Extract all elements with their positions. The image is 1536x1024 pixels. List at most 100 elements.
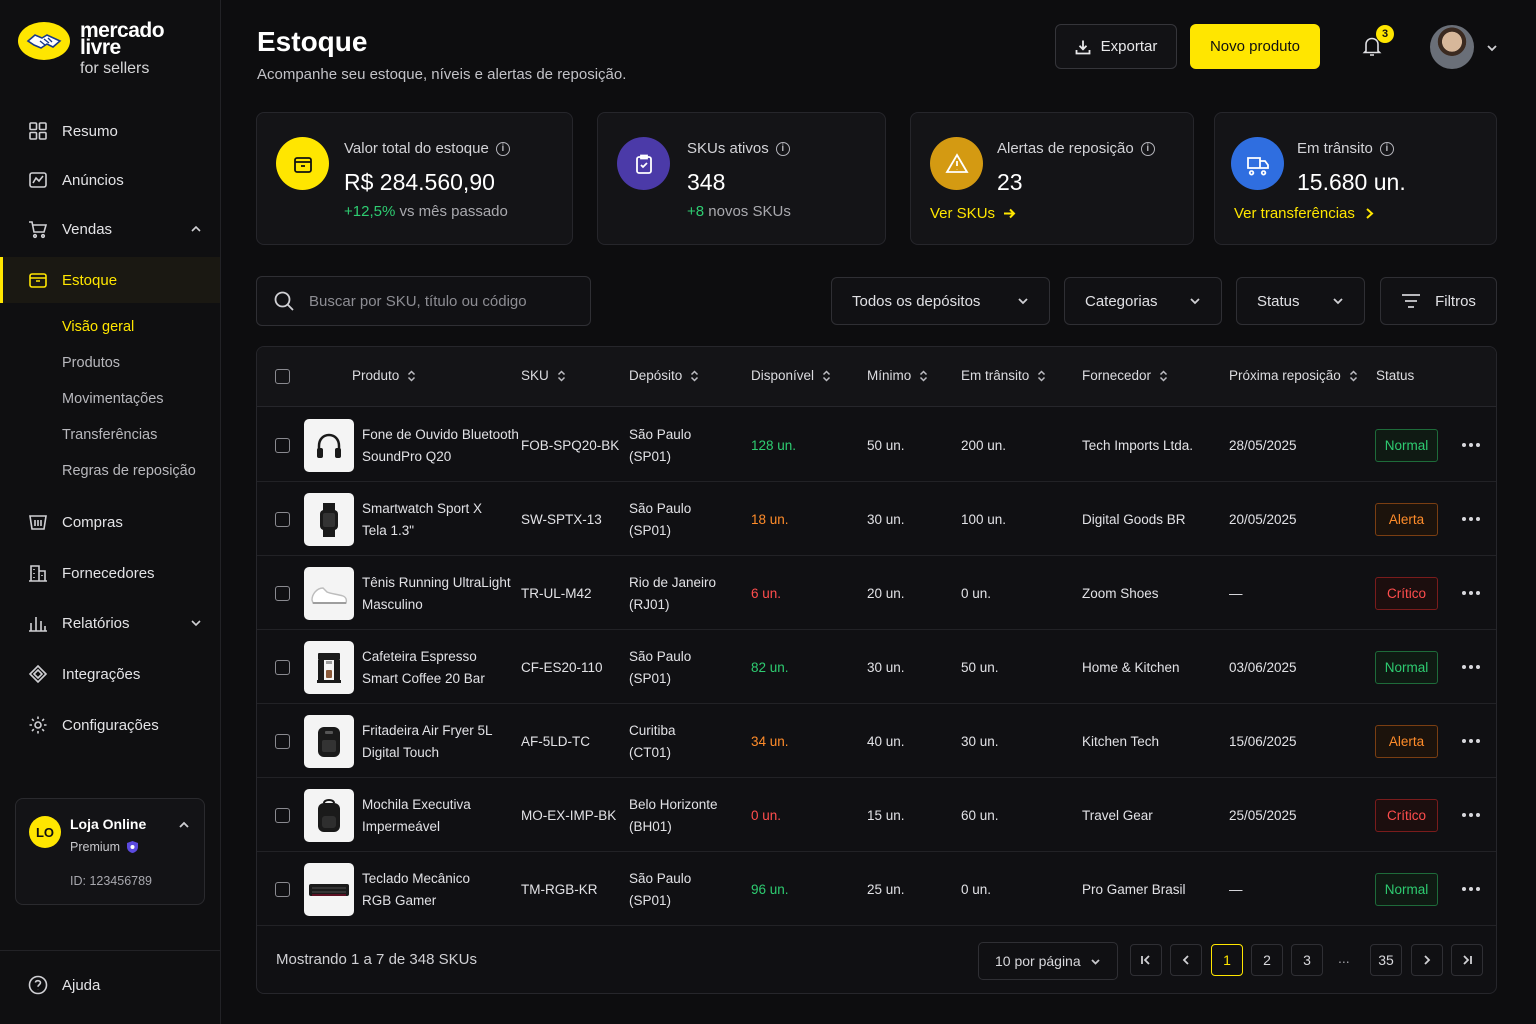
sku-cell: TR-UL-M42 (521, 586, 592, 601)
sidebar-subitem-produtos[interactable]: Produtos (62, 355, 120, 371)
more-actions-icon[interactable] (1462, 660, 1480, 674)
last-page-button[interactable] (1451, 944, 1483, 976)
status-badge: Normal (1375, 429, 1438, 462)
table-row[interactable]: Fritadeira Air Fryer 5L Digital Touch AF-… (257, 704, 1496, 778)
more-actions-icon[interactable] (1462, 438, 1480, 452)
product-name-line-2: Impermeável (362, 818, 441, 834)
page-button-2[interactable]: 2 (1251, 944, 1283, 976)
first-page-button[interactable] (1130, 944, 1162, 976)
row-checkbox[interactable] (275, 660, 290, 675)
column-header-disponivel[interactable]: Disponível (751, 368, 831, 383)
table-row[interactable]: Teclado Mecânico RGB Gamer TM-RGB-KR São … (257, 852, 1496, 926)
warehouse-dropdown[interactable]: Todos os depósitos (831, 277, 1050, 325)
row-checkbox[interactable] (275, 438, 290, 453)
status-badge: Alerta (1375, 725, 1438, 758)
product-name[interactable]: Smartwatch Sport X Tela 1.3" (362, 498, 482, 541)
row-checkbox[interactable] (275, 882, 290, 897)
more-actions-icon[interactable] (1462, 512, 1480, 526)
product-name[interactable]: Cafeteira Espresso Smart Coffee 20 Bar (362, 646, 485, 689)
product-name[interactable]: Fone de Ouvido Bluetooth SoundPro Q20 (362, 424, 519, 467)
filters-button[interactable]: Filtros (1380, 277, 1497, 325)
available-cell: 128 un. (751, 438, 797, 453)
bar-chart-icon (29, 617, 47, 632)
info-icon[interactable]: i (775, 141, 790, 156)
category-dropdown[interactable]: Categorias (1064, 277, 1222, 325)
product-name[interactable]: Fritadeira Air Fryer 5L Digital Touch (362, 720, 493, 763)
more-actions-icon[interactable] (1462, 882, 1480, 896)
sidebar-item-resumo[interactable]: Resumo (0, 108, 220, 154)
minimum-cell: 15 un. (867, 808, 905, 823)
sidebar-subitem-regras[interactable]: Regras de reposição (62, 463, 196, 479)
user-avatar[interactable] (1430, 25, 1474, 69)
more-actions-icon[interactable] (1462, 808, 1480, 822)
table-row[interactable]: Fone de Ouvido Bluetooth SoundPro Q20 FOB… (257, 408, 1496, 482)
help-link[interactable]: Ajuda (28, 975, 100, 995)
prev-page-button[interactable] (1170, 944, 1202, 976)
column-label: Fornecedor (1082, 368, 1152, 383)
minimum-cell: 40 un. (867, 734, 905, 749)
column-header-sku[interactable]: SKU (521, 368, 566, 383)
logo-text: mercado livre for sellers (80, 20, 165, 77)
column-header-em-transito[interactable]: Em trânsito (961, 368, 1046, 383)
next-page-button[interactable] (1411, 944, 1443, 976)
column-header-proxima-reposicao[interactable]: Próxima reposição (1229, 368, 1358, 383)
chevron-down-icon[interactable] (1486, 42, 1498, 54)
notification-badge: 3 (1376, 25, 1394, 43)
new-product-button[interactable]: Novo produto (1190, 24, 1320, 69)
table-row[interactable]: Smartwatch Sport X Tela 1.3" SW-SPTX-13 S… (257, 482, 1496, 556)
row-checkbox[interactable] (275, 512, 290, 527)
sidebar-subitem-visao-geral[interactable]: Visão geral (62, 319, 134, 335)
sidebar-item-configuracoes[interactable]: Configurações (0, 702, 220, 748)
view-skus-link[interactable]: Ver SKUs (930, 205, 1016, 222)
sidebar-item-vendas[interactable]: Vendas (0, 206, 220, 252)
page-button-1[interactable]: 1 (1211, 944, 1243, 976)
column-header-fornecedor[interactable]: Fornecedor (1082, 368, 1168, 383)
page-button-3[interactable]: 3 (1291, 944, 1323, 976)
more-actions-icon[interactable] (1462, 586, 1480, 600)
sort-icon (1160, 369, 1168, 382)
info-icon[interactable]: i (1140, 141, 1155, 156)
account-plan: Premium (70, 840, 139, 854)
sidebar-item-estoque[interactable]: Estoque (0, 257, 220, 303)
product-name-line-2: SoundPro Q20 (362, 448, 452, 464)
table-row[interactable]: Cafeteira Espresso Smart Coffee 20 Bar CF… (257, 630, 1496, 704)
row-checkbox[interactable] (275, 586, 290, 601)
info-icon[interactable]: i (495, 141, 510, 156)
view-transfers-link[interactable]: Ver transferências (1234, 205, 1376, 222)
row-checkbox[interactable] (275, 734, 290, 749)
card-delta: +12,5% (344, 203, 396, 220)
more-actions-icon[interactable] (1462, 734, 1480, 748)
sidebar-item-anuncios[interactable]: Anúncios (0, 157, 220, 203)
product-name[interactable]: Tênis Running UltraLight Masculino (362, 572, 511, 615)
chevron-left-icon (1182, 955, 1189, 965)
row-checkbox[interactable] (275, 808, 290, 823)
sidebar-item-label: Configurações (62, 716, 159, 734)
export-button[interactable]: Exportar (1055, 24, 1177, 69)
column-header-produto[interactable]: Produto (352, 368, 416, 383)
search-input[interactable] (309, 292, 579, 310)
product-name[interactable]: Mochila Executiva Impermeável (362, 794, 471, 837)
supplier-cell: Travel Gear (1082, 808, 1153, 823)
per-page-dropdown[interactable]: 10 por página (978, 942, 1118, 980)
status-dropdown[interactable]: Status (1236, 277, 1365, 325)
table-row[interactable]: Tênis Running UltraLight Masculino TR-UL-… (257, 556, 1496, 630)
sidebar-subitem-movimentacoes[interactable]: Movimentações (62, 391, 164, 407)
select-all-checkbox[interactable] (275, 369, 290, 384)
product-name-line-2: Digital Touch (362, 744, 440, 760)
sidebar-item-compras[interactable]: Compras (0, 499, 220, 545)
page-button-35[interactable]: 35 (1370, 944, 1402, 976)
grid-icon (29, 122, 47, 140)
logo[interactable]: mercado livre for sellers (18, 20, 165, 77)
sidebar-item-integracoes[interactable]: Integrações (0, 651, 220, 697)
supplier-cell: Kitchen Tech (1082, 734, 1160, 749)
column-header-minimo[interactable]: Mínimo (867, 368, 928, 383)
product-name[interactable]: Teclado Mecânico RGB Gamer (362, 868, 470, 911)
column-header-deposito[interactable]: Depósito (629, 368, 699, 383)
sidebar-item-fornecedores[interactable]: Fornecedores (0, 550, 220, 596)
sidebar-item-relatorios[interactable]: Relatórios (0, 600, 220, 646)
account-switcher[interactable]: LO Loja Online Premium ID: 123456789 (15, 798, 205, 905)
table-row[interactable]: Mochila Executiva Impermeável MO-EX-IMP-B… (257, 778, 1496, 852)
sidebar-subitem-transferencias[interactable]: Transferências (62, 427, 157, 443)
info-icon[interactable]: i (1379, 141, 1394, 156)
search-box[interactable] (256, 276, 591, 326)
